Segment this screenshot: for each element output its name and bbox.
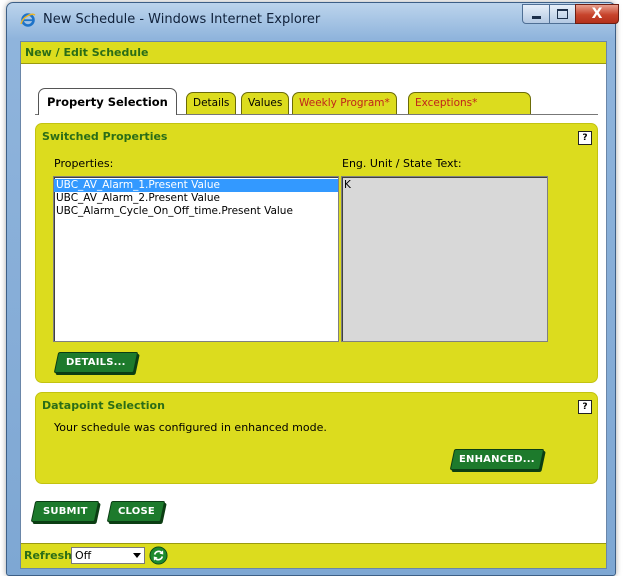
page-content: New / Edit Schedule Property Selection D… [20,41,607,569]
help-icon[interactable]: ? [578,400,592,414]
refresh-icon[interactable] [149,546,168,565]
submit-button-label: SUBMIT [42,506,88,517]
refresh-select-value: Off [75,549,92,562]
tab-exceptions[interactable]: Exceptions* [408,92,531,114]
close-button[interactable]: CLOSE [106,501,166,522]
details-button-label: DETAILS... [66,357,126,368]
refresh-bar: Refresh: Off [21,543,606,568]
close-button-label: CLOSE [117,506,155,517]
tab-property-selection[interactable]: Property Selection [38,88,177,115]
maximize-button[interactable] [549,4,576,24]
datapoint-selection-panel: Datapoint Selection ? Your schedule was … [35,392,598,484]
enhanced-button-label: ENHANCED... [459,454,535,465]
switched-properties-panel: Switched Properties ? Properties: UBC_AV… [35,123,598,383]
datapoint-selection-title: Datapoint Selection [42,399,165,412]
close-window-button[interactable]: X [575,4,619,24]
list-item[interactable]: UBC_AV_Alarm_1.Present Value [54,179,338,192]
switched-properties-title: Switched Properties [42,130,168,143]
tab-values[interactable]: Values [241,92,290,114]
tab-details[interactable]: Details [186,92,237,114]
minimize-icon [531,15,541,19]
title-bar[interactable]: New Schedule - Windows Internet Explorer… [7,3,619,37]
enhanced-mode-message: Your schedule was configured in enhanced… [54,421,327,434]
list-item[interactable]: K [342,179,547,192]
tab-weekly-program[interactable]: Weekly Program* [292,92,397,114]
list-item[interactable]: UBC_Alarm_Cycle_On_Off_time.Present Valu… [54,205,338,218]
submit-button[interactable]: SUBMIT [30,501,100,522]
help-icon[interactable]: ? [578,131,592,145]
form-header: New / Edit Schedule [21,42,606,64]
properties-label: Properties: [54,157,114,170]
refresh-label: Refresh: [24,549,77,562]
list-item[interactable]: UBC_AV_Alarm_2.Present Value [54,192,338,205]
window-title: New Schedule - Windows Internet Explorer [43,12,321,27]
chevron-down-icon [133,553,141,558]
unit-label: Eng. Unit / State Text: [342,157,462,170]
properties-listbox[interactable]: UBC_AV_Alarm_1.Present Value UBC_AV_Alar… [53,176,339,342]
details-button[interactable]: DETAILS... [53,352,139,373]
minimize-button[interactable] [522,4,550,24]
enhanced-button[interactable]: ENHANCED... [449,449,545,470]
maximize-icon [557,9,568,19]
close-icon: X [591,6,603,22]
refresh-select[interactable]: Off [71,547,145,564]
unit-listbox[interactable]: K [341,176,548,342]
internet-explorer-icon [20,13,36,27]
browser-window: New Schedule - Windows Internet Explorer… [6,2,619,576]
